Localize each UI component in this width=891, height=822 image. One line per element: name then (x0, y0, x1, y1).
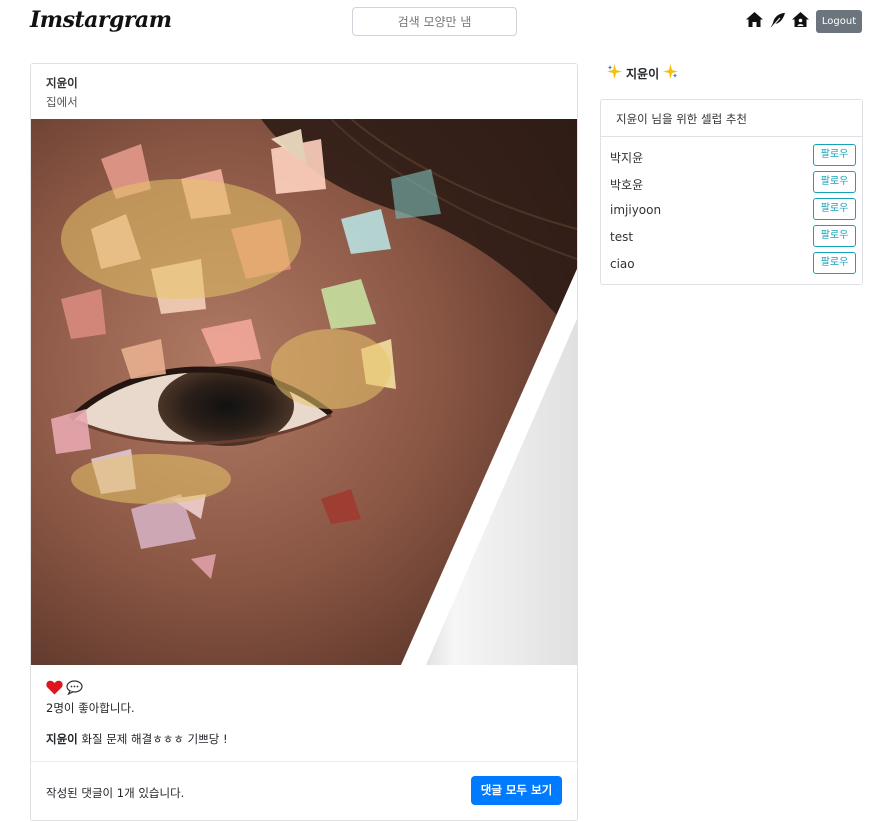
post-caption: 지윤이 화질 문제 해결ㅎㅎㅎ 기쁘당 ! (46, 731, 562, 747)
house-user-icon[interactable] (791, 10, 810, 29)
navbar: Imstargram Logout (0, 0, 891, 44)
sparkle-icon (607, 64, 622, 82)
sidebar-user-name[interactable]: 지윤이 (626, 65, 659, 82)
recommendation-name[interactable]: 박지윤 (610, 149, 643, 166)
logout-button[interactable]: Logout (816, 10, 862, 33)
follow-button[interactable]: 팔로우 (813, 225, 856, 247)
follow-button[interactable]: 팔로우 (813, 252, 856, 274)
recommendation-name[interactable]: imjiyoon (610, 203, 661, 217)
follow-button[interactable]: 팔로우 (813, 198, 856, 220)
sidebar-user: 지윤이 (607, 64, 679, 82)
post-location: 집에서 (46, 95, 78, 109)
search-input[interactable] (352, 7, 517, 36)
recommendation-card: 지윤이 님을 위한 셀럽 추천 박지윤 팔로우 박호윤 팔로우 imjiyoon… (600, 99, 863, 285)
heart-icon[interactable] (46, 680, 63, 698)
post-image (31, 119, 577, 665)
likes-count: 2명이 좋아합니다. (46, 701, 135, 715)
sparkle-icon (663, 64, 679, 82)
post-footer: 작성된 댓글이 1개 있습니다. 댓글 모두 보기 (31, 761, 577, 820)
view-comments-button[interactable]: 댓글 모두 보기 (471, 776, 562, 805)
comment-count: 작성된 댓글이 1개 있습니다. (46, 786, 185, 800)
recommendation-row: 박호윤 팔로우 (601, 171, 862, 198)
recommendation-name[interactable]: 박호윤 (610, 176, 643, 193)
follow-button[interactable]: 팔로우 (813, 144, 856, 166)
caption-text: 화질 문제 해결ㅎㅎㅎ 기쁘당 ! (77, 732, 228, 746)
home-icon[interactable] (745, 10, 764, 29)
nav-icons (745, 10, 810, 29)
recommendation-row: 박지윤 팔로우 (601, 144, 862, 171)
post-author[interactable]: 지윤이 (46, 75, 562, 91)
recommendation-row: test 팔로우 (601, 225, 862, 252)
brand-logo[interactable]: Imstargram (30, 7, 172, 33)
recommendation-name[interactable]: ciao (610, 257, 635, 271)
follow-button[interactable]: 팔로우 (813, 171, 856, 193)
caption-author[interactable]: 지윤이 (46, 732, 78, 746)
post-body: 2명이 좋아합니다. 지윤이 화질 문제 해결ㅎㅎㅎ 기쁘당 ! (46, 680, 562, 747)
recommendation-list: 박지윤 팔로우 박호윤 팔로우 imjiyoon 팔로우 test 팔로우 ci… (601, 137, 862, 279)
post-card: 지윤이 집에서 2명이 좋아합니다. 지윤이 화질 문제 해결ㅎㅎㅎ 기쁘당 !… (30, 63, 578, 821)
recommendation-title: 지윤이 님을 위한 셀럽 추천 (601, 100, 862, 137)
post-header: 지윤이 집에서 (31, 64, 577, 119)
speech-bubble-icon[interactable] (66, 680, 83, 698)
recommendation-name[interactable]: test (610, 230, 633, 244)
feather-icon[interactable] (768, 10, 787, 29)
recommendation-row: ciao 팔로우 (601, 252, 862, 279)
post-actions (46, 680, 562, 698)
recommendation-row: imjiyoon 팔로우 (601, 198, 862, 225)
